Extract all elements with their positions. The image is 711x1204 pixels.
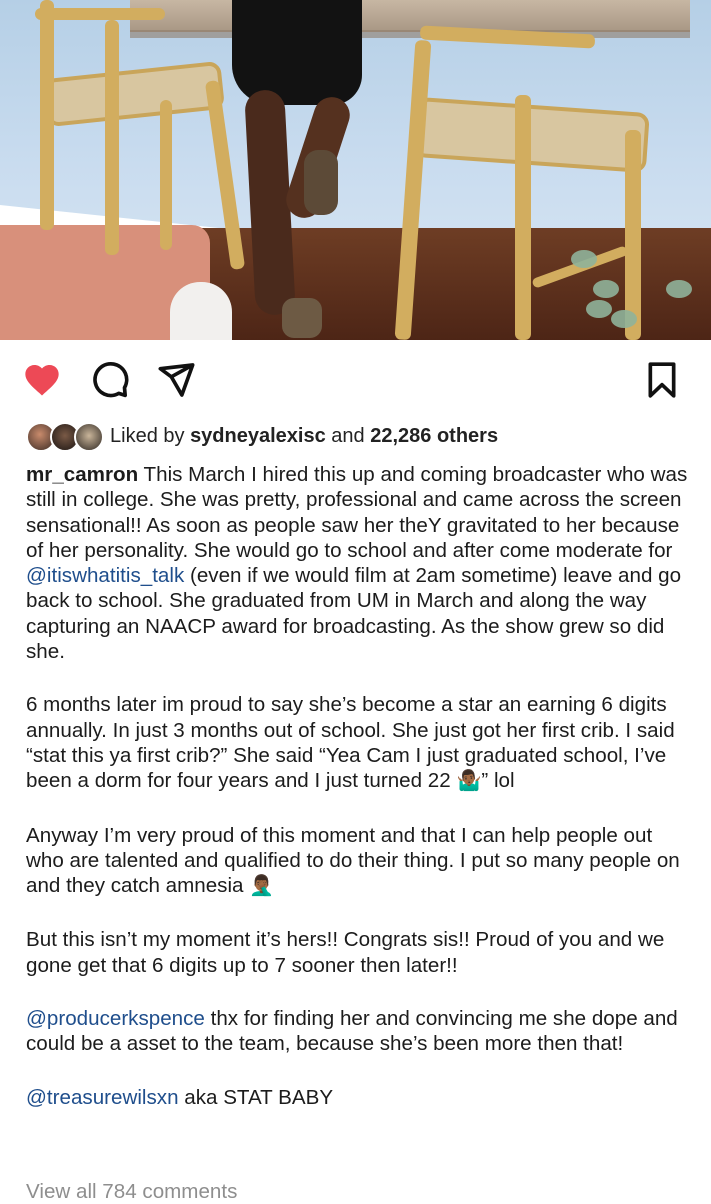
photo-countertop	[130, 0, 690, 32]
liked-by-prefix: Liked by	[110, 424, 185, 447]
share-button[interactable]	[156, 360, 196, 400]
caption-author[interactable]: mr_camron	[26, 463, 138, 486]
heart-icon	[25, 365, 59, 396]
caption-paragraph-2: 6 months later im proud to say she’s bec…	[26, 692, 691, 794]
likes-row[interactable]: Liked by sydneyalexisc and 22,286 others	[26, 420, 498, 452]
post-caption: mr_camron This March I hired this up and…	[26, 462, 691, 1138]
caption-text: ” lol	[481, 769, 515, 793]
photo-sofa-arm	[170, 282, 232, 340]
caption-paragraph-5: @producerkspence thx for finding her and…	[26, 1006, 691, 1057]
photo-plant	[571, 240, 692, 340]
facepalm-emoji: 🤦🏾‍♂️	[249, 875, 275, 898]
caption-paragraph-3: Anyway I’m very proud of this moment and…	[26, 823, 691, 900]
mention-link[interactable]: @producerkspence	[26, 1007, 205, 1030]
photo-stool-left-leg	[160, 100, 172, 250]
liked-by-user[interactable]: sydneyalexisc	[190, 425, 326, 447]
photo-stool-left-leg	[105, 20, 119, 255]
caption-text: aka STAT BABY	[184, 1085, 334, 1109]
mention-link[interactable]: @treasurewilsxn	[26, 1086, 179, 1109]
bookmark-icon	[648, 362, 676, 398]
comment-button[interactable]	[90, 360, 130, 400]
caption-paragraph-1: mr_camron This March I hired this up and…	[26, 462, 691, 664]
share-icon	[158, 363, 195, 397]
mention-link[interactable]: @itiswhatitis_talk	[26, 564, 184, 587]
like-button[interactable]	[22, 360, 62, 400]
caption-text: Anyway I’m very proud of this moment and…	[26, 823, 680, 898]
likes-text: Liked by sydneyalexisc and 22,286 others	[110, 425, 498, 448]
photo-counter-edge	[130, 30, 690, 38]
comment-icon	[93, 362, 129, 398]
caption-paragraph-6: @treasurewilsxn aka STAT BABY	[26, 1085, 691, 1110]
photo-person-shorts	[232, 0, 362, 105]
photo-stool-right-leg	[515, 95, 531, 340]
photo-person-sandal	[282, 298, 322, 338]
photo-person-sandal	[304, 150, 338, 215]
liker-avatars	[26, 421, 104, 452]
caption-paragraph-4: But this isn’t my moment it’s hers!! Con…	[26, 927, 691, 978]
caption-text: But this isn’t my moment it’s hers!! Con…	[26, 928, 665, 977]
photo-stool-left-leg	[40, 0, 54, 230]
view-all-comments-link[interactable]: View all 784 comments	[26, 1180, 237, 1204]
shrug-emoji: 🤷🏾‍♂️	[456, 770, 482, 793]
post-photo[interactable]	[0, 0, 711, 340]
caption-text: 6 months later im proud to say she’s bec…	[26, 693, 675, 793]
liked-by-and: and	[331, 424, 365, 447]
avatar	[74, 422, 104, 452]
photo-stool-left-back	[35, 8, 165, 20]
post-action-bar	[0, 355, 711, 405]
likes-count[interactable]: 22,286 others	[370, 425, 498, 447]
save-button[interactable]	[642, 360, 682, 400]
